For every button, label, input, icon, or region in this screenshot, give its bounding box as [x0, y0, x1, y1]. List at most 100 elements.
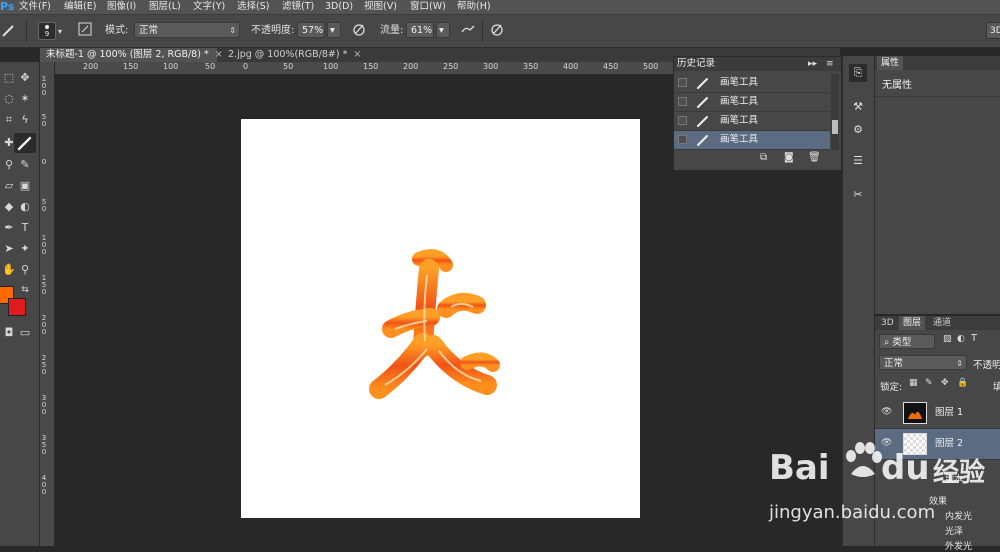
close-icon[interactable]: ×: [353, 49, 361, 60]
vertical-ruler: 1 0 0 5 0 0 5 0 1 0 0 1 5 0 2 0 0 2 5 0 …: [40, 62, 55, 546]
menu-window[interactable]: 窗口(W): [410, 0, 446, 14]
quick-mask-icon[interactable]: ◘: [1, 325, 17, 341]
eyedropper-tool-icon[interactable]: ϟ: [17, 112, 33, 128]
history-item[interactable]: 画笔工具: [674, 74, 830, 93]
pen-tool-icon[interactable]: ✒: [1, 220, 17, 236]
opacity-dropdown[interactable]: ▾: [327, 22, 341, 38]
panel-menu-icon[interactable]: ≡: [826, 57, 834, 71]
move-tool-icon[interactable]: ✥: [17, 70, 33, 86]
snapshot-checkbox[interactable]: [678, 135, 687, 144]
shape-tool-icon[interactable]: ✦: [17, 241, 33, 257]
paragraph-icon[interactable]: ☰: [849, 152, 867, 170]
blur-tool-icon[interactable]: ◆: [1, 199, 17, 215]
opacity-input[interactable]: 57%: [297, 22, 325, 38]
tools-icon[interactable]: ✂: [849, 186, 867, 204]
scrollbar-thumb[interactable]: [832, 120, 838, 134]
brush-preset-icon[interactable]: [0, 22, 18, 40]
clone-stamp-tool-icon[interactable]: ⚲: [1, 157, 17, 173]
history-panel: 历史记录 ▸▸ ≡ 画笔工具 画笔工具 画笔工具 画笔工具 ⧉ ◙ 🗑: [673, 56, 842, 171]
crop-tool-icon[interactable]: ⌗: [1, 112, 17, 128]
brush-size-picker[interactable]: 9: [38, 22, 56, 40]
menu-select[interactable]: 选择(S): [237, 0, 269, 14]
history-panel-icon[interactable]: ⎘: [849, 64, 867, 82]
airbrush-icon[interactable]: [459, 22, 477, 40]
new-document-icon[interactable]: ⧉: [760, 152, 767, 163]
snapshot-checkbox[interactable]: [678, 78, 687, 87]
menu-view[interactable]: 视图(V): [364, 0, 397, 14]
tab-3d[interactable]: 3D: [877, 316, 898, 330]
menu-file[interactable]: 文件(F): [19, 0, 51, 14]
history-item[interactable]: 画笔工具: [674, 112, 830, 131]
collapse-icon[interactable]: ▸▸: [808, 57, 817, 71]
screen-mode-icon[interactable]: ▭: [17, 325, 33, 341]
pressure-opacity-icon[interactable]: [350, 22, 368, 40]
snapshot-checkbox[interactable]: [678, 97, 687, 106]
ruler-label: 150: [123, 62, 139, 71]
menu-3d[interactable]: 3D(D): [325, 0, 353, 14]
filter-adjustment-icon[interactable]: ◐: [957, 334, 965, 344]
trash-icon[interactable]: 🗑: [808, 152, 821, 163]
tab-untitled-1[interactable]: 未标题-1 @ 100% (图层 2, RGB/8) * ×: [40, 48, 223, 62]
properties-content: 无属性: [882, 80, 912, 91]
ruler-label: 200: [83, 62, 99, 71]
background-color-swatch[interactable]: [8, 298, 26, 316]
blend-mode-select[interactable]: 正常 ⇕: [879, 355, 967, 370]
swap-colors-icon[interactable]: ⇆: [17, 282, 33, 298]
brush-tool-icon[interactable]: [14, 133, 36, 153]
workspace-3d-button[interactable]: 3D: [986, 22, 1000, 39]
filter-image-icon[interactable]: ▨: [943, 334, 952, 344]
lock-position-icon[interactable]: ✥: [941, 378, 949, 388]
watermark-brand-cn: 经验: [933, 458, 986, 488]
magic-wand-tool-icon[interactable]: ✶: [17, 91, 33, 107]
menu-edit[interactable]: 编辑(E): [64, 0, 96, 14]
lock-pixels-icon[interactable]: ▦: [909, 378, 918, 388]
menu-help[interactable]: 帮助(H): [457, 0, 491, 14]
flow-input[interactable]: 61%: [406, 22, 434, 38]
eye-icon[interactable]: 👁: [881, 407, 892, 417]
menu-type[interactable]: 文字(Y): [193, 0, 225, 14]
layer-row[interactable]: 👁 图层 1: [875, 398, 1000, 429]
lock-all-icon[interactable]: 🔒: [957, 378, 968, 388]
history-panel-title[interactable]: 历史记录: [677, 57, 715, 71]
layer-filter-select[interactable]: ⌕ 类型: [879, 334, 935, 349]
history-scrollbar[interactable]: [831, 74, 839, 150]
lock-brush-icon[interactable]: ✎: [925, 378, 933, 388]
menu-image[interactable]: 图像(I): [107, 0, 136, 14]
path-selection-tool-icon[interactable]: ➤: [1, 241, 17, 257]
watermark-url: jingyan.baidu.com: [769, 502, 936, 523]
brush-presets-icon[interactable]: ⚒: [849, 98, 867, 116]
tab-2-jpg[interactable]: 2.jpg @ 100%(RGB/8#) * ×: [222, 48, 361, 62]
ruler-label: 1 0 0: [41, 234, 47, 256]
menu-layer[interactable]: 图层(L): [149, 0, 181, 14]
flow-dropdown[interactable]: ▾: [436, 22, 450, 38]
mode-select[interactable]: 正常 ⇕: [134, 22, 240, 38]
type-tool-icon[interactable]: T: [17, 220, 33, 236]
gradient-tool-icon[interactable]: ▣: [17, 178, 33, 194]
tab-layers[interactable]: 图层: [899, 316, 926, 330]
lasso-tool-icon[interactable]: ◌: [1, 91, 17, 107]
eraser-tool-icon[interactable]: ▱: [1, 178, 17, 194]
history-item-selected[interactable]: 画笔工具: [674, 131, 830, 150]
properties-panel: 属性 无属性: [874, 56, 1000, 314]
snapshot-checkbox[interactable]: [678, 116, 687, 125]
hand-tool-icon[interactable]: ✋: [1, 262, 17, 278]
marquee-tool-icon[interactable]: ⬚: [1, 70, 17, 86]
history-item[interactable]: 画笔工具: [674, 93, 830, 112]
brush-icon: [696, 114, 710, 131]
zoom-tool-icon[interactable]: ⚲: [17, 262, 33, 278]
divider: [482, 20, 483, 42]
menu-filter[interactable]: 滤镜(T): [282, 0, 314, 14]
tab-channels[interactable]: 通道: [929, 316, 955, 330]
chevron-down-icon[interactable]: ▾: [58, 27, 62, 36]
document-canvas[interactable]: [241, 119, 640, 518]
adjustments-icon[interactable]: ⚙: [849, 121, 867, 139]
history-item-label: 画笔工具: [720, 96, 759, 107]
camera-icon[interactable]: ◙: [784, 152, 794, 163]
tab-label: 2.jpg @ 100%(RGB/8#) *: [228, 49, 348, 60]
pressure-size-icon[interactable]: [488, 22, 506, 40]
tab-properties[interactable]: 属性: [877, 56, 904, 70]
brush-panel-icon[interactable]: [76, 22, 94, 40]
filter-type-icon[interactable]: T: [971, 333, 977, 344]
history-brush-tool-icon[interactable]: ✎: [17, 157, 33, 173]
dodge-tool-icon[interactable]: ◐: [17, 199, 33, 215]
